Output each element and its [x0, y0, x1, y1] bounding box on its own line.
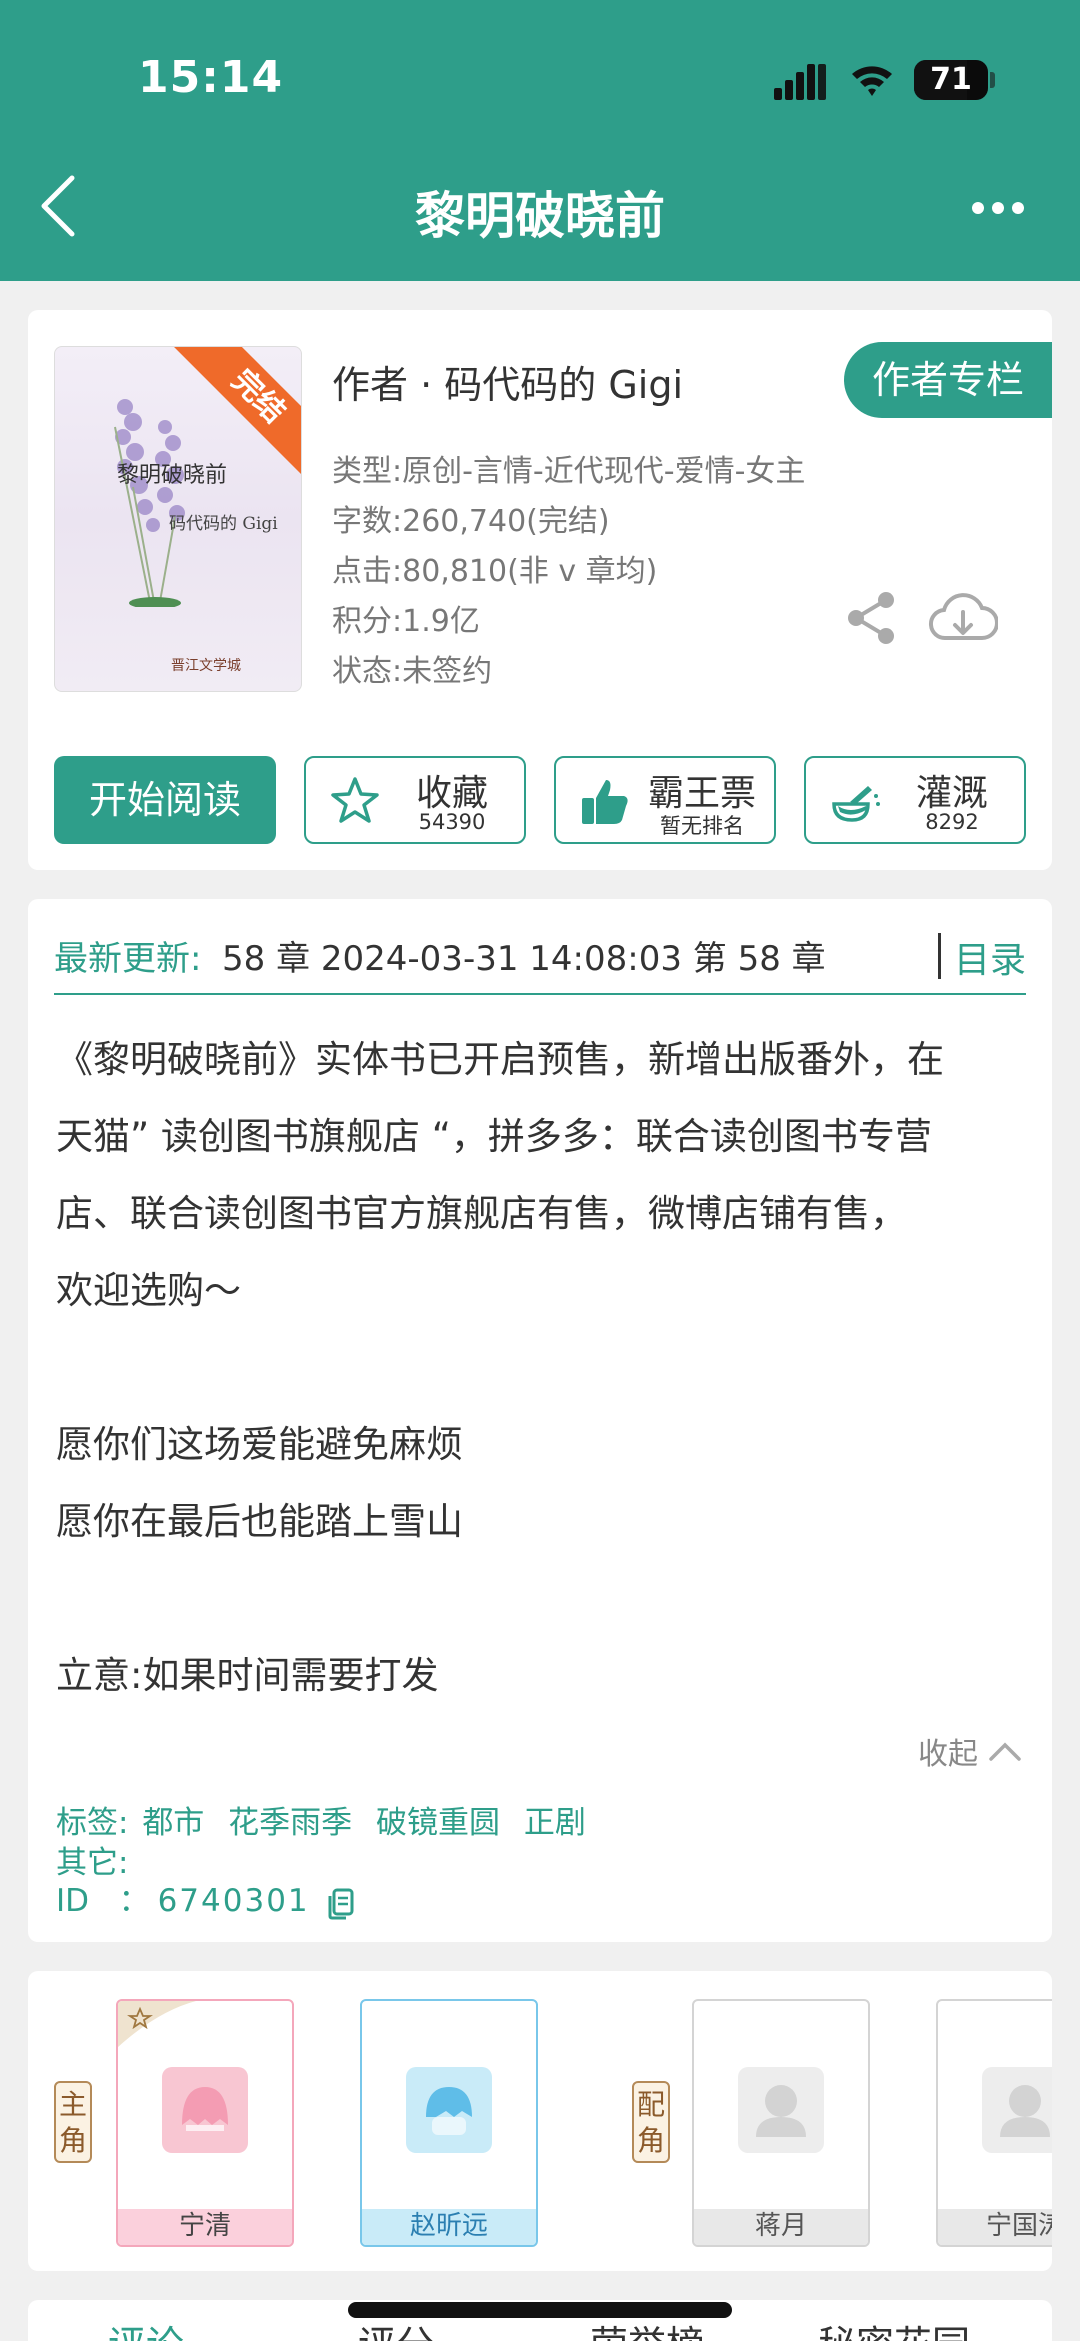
latest-update-row[interactable]: 最新更新: 58 章 2024-03-31 14:08:03 第 58 章 目录: [54, 921, 1026, 995]
avatar: [982, 2067, 1052, 2153]
chevron-up-icon: [989, 1742, 1021, 1761]
author-line[interactable]: 作者 · 码代码的 Gigi: [332, 354, 683, 409]
tab-secret-garden[interactable]: 秘密花园: [818, 2314, 970, 2341]
tags-label: 标签:: [56, 1805, 129, 1841]
character-name: 宁清: [118, 2209, 292, 2245]
publisher-seal: 晋江文学城: [171, 658, 241, 674]
tag-link[interactable]: 花季雨季: [228, 1805, 352, 1841]
character-card[interactable]: 宁国涛: [936, 1999, 1052, 2247]
battery-tip: [990, 72, 995, 88]
copy-icon[interactable]: [326, 1886, 356, 1920]
page-title: 黎明破晓前: [415, 187, 665, 245]
book-clicks: 点击:80,810(非 v 章均): [332, 554, 658, 589]
cellular-signal-icon: [774, 64, 826, 100]
character-card[interactable]: 赵昕远: [360, 1999, 538, 2247]
more-options-button[interactable]: [972, 192, 1028, 224]
start-reading-button[interactable]: 开始阅读: [54, 756, 276, 844]
tab-comments[interactable]: 评论: [108, 2314, 184, 2341]
tab-honor-list[interactable]: 荣誉榜: [590, 2314, 704, 2341]
book-info-card: 黎明破晓前 码代码的 Gigi 完结 晋江文学城 作者 · 码代码的 Gigi …: [28, 310, 1052, 870]
collapse-label: 收起: [918, 1737, 978, 1772]
favorite-button[interactable]: 收藏 54390: [304, 756, 526, 844]
intro-line: 愿你在最后也能踏上雪山: [56, 1500, 463, 1543]
more-dot-icon: [992, 202, 1004, 214]
divider: [938, 933, 941, 979]
star-icon: [331, 777, 379, 823]
cover-author: 码代码的 Gigi: [169, 514, 278, 534]
intro-line: 立意:如果时间需要打发: [56, 1654, 439, 1697]
avatar: [406, 2067, 492, 2153]
character-name: 赵昕远: [362, 2209, 536, 2245]
characters-card: 主角 宁清 赵昕远 配角 蒋月 宁国涛: [28, 1971, 1052, 2271]
latest-update-text: 58 章 2024-03-31 14:08:03 第 58 章: [222, 939, 826, 979]
watering-icon: [832, 786, 880, 822]
intro-line: 店、联合读创图书官方旗舰店有售，微博店铺有售，: [56, 1192, 907, 1235]
novel-id: 6740301: [157, 1883, 310, 1919]
book-points: 积分:1.9亿: [332, 604, 480, 639]
author-column-button[interactable]: 作者专栏: [844, 342, 1052, 418]
avatar: [162, 2067, 248, 2153]
avatar: [738, 2067, 824, 2153]
character-name: 宁国涛: [938, 2209, 1052, 2245]
tags-row: 标签: 都市 花季雨季 破镜重圆 正剧: [56, 1797, 600, 1842]
character-card[interactable]: 宁清: [116, 1999, 294, 2247]
bawang-ticket-button[interactable]: 霸王票 暂无排名: [554, 756, 776, 844]
latest-update-label: 最新更新:: [54, 939, 202, 979]
wifi-icon: [852, 66, 892, 96]
tag-link[interactable]: 都市: [142, 1805, 204, 1841]
book-cover[interactable]: 黎明破晓前 码代码的 Gigi 完结 晋江文学城: [54, 346, 302, 692]
tag-link[interactable]: 破镜重圆: [376, 1805, 500, 1841]
more-dot-icon: [972, 202, 984, 214]
status-time: 15:14: [138, 52, 284, 103]
intro-line: 天猫” 读创图书旗舰店 “，拼多多：联合读创图书专营: [56, 1115, 932, 1158]
nutrient-button[interactable]: 灌溉 8292: [804, 756, 1026, 844]
nutrient-label: 灌溉: [915, 773, 988, 814]
tab-ratings[interactable]: 评分: [358, 2314, 434, 2341]
battery-icon: 71: [914, 60, 988, 100]
home-indicator: [348, 2302, 732, 2318]
main-role-tag: 主角: [54, 2081, 92, 2163]
download-icon[interactable]: [928, 588, 998, 648]
battery-level-text: 71: [930, 62, 972, 97]
book-status: 状态:未签约: [332, 654, 493, 689]
favorite-count: 54390: [418, 810, 486, 834]
nutrient-count: 8292: [925, 810, 979, 834]
table-of-contents-link[interactable]: 目录: [954, 931, 1026, 983]
book-type: 类型:原创-言情-近代现代-爱情-女主: [332, 454, 806, 489]
character-name: 蒋月: [694, 2209, 868, 2245]
favorite-label: 收藏: [415, 773, 488, 814]
cover-title: 黎明破晓前: [117, 463, 228, 488]
intro-line: 欢迎选购～: [56, 1269, 241, 1312]
star-badge-icon: [118, 2001, 196, 2047]
share-icon[interactable]: [844, 590, 900, 646]
thumbs-up-icon: [582, 780, 628, 824]
book-word-count: 字数:260,740(完结): [332, 504, 610, 539]
more-dot-icon: [1012, 202, 1024, 214]
intro-line: 愿你们这场爱能避免麻烦: [56, 1423, 463, 1466]
bawang-rank: 暂无排名: [660, 814, 744, 838]
supporting-role-tag: 配角: [632, 2081, 670, 2163]
id-row: ID ： 6740301: [56, 1875, 356, 1920]
app-header: 15:14 71 黎明破晓前: [0, 0, 1080, 281]
character-card[interactable]: 蒋月: [692, 1999, 870, 2247]
id-label: ID ：: [56, 1883, 150, 1919]
intro-card: 最新更新: 58 章 2024-03-31 14:08:03 第 58 章 目录…: [28, 899, 1052, 1942]
bawang-label: 霸王票: [647, 773, 756, 814]
intro-line: 《黎明破晓前》实体书已开启预售，新增出版番外，在: [56, 1038, 944, 1081]
collapse-button[interactable]: 收起: [918, 1729, 1022, 1773]
tag-link[interactable]: 正剧: [524, 1805, 586, 1841]
